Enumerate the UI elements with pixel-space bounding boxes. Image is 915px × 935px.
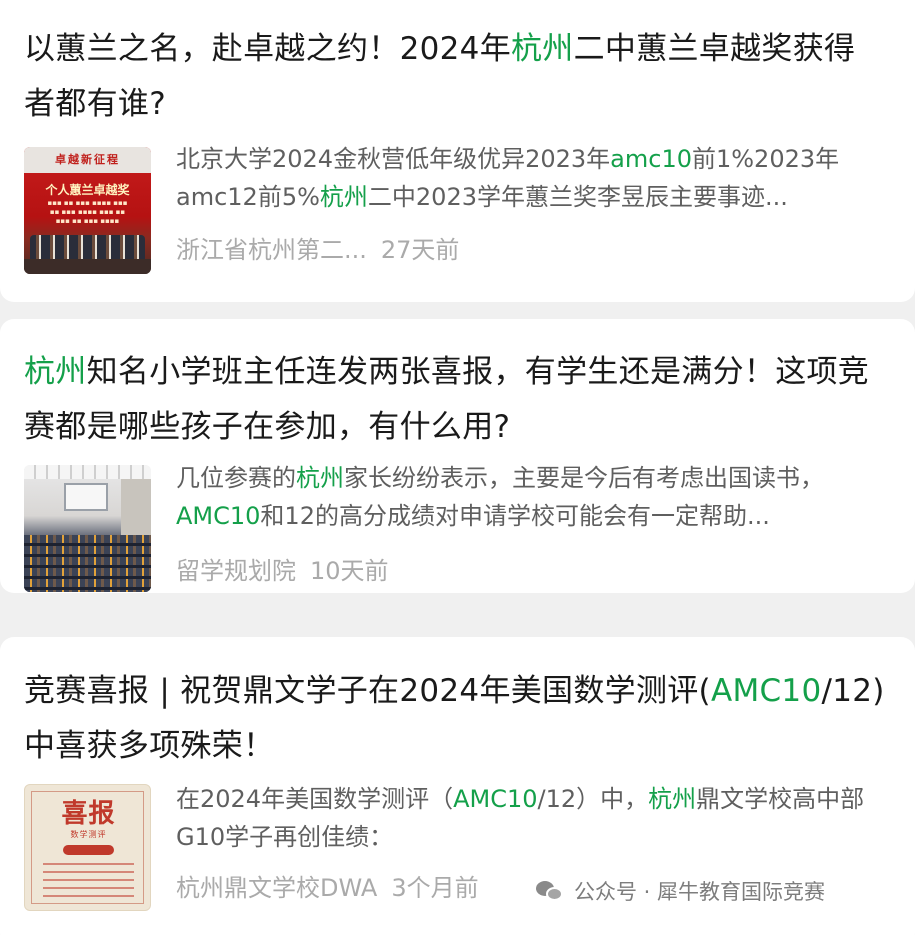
thumbnail-heading-text: 个人蕙兰卓越奖 [45,183,130,197]
result-title[interactable]: 以蕙兰之名，赴卓越之约！2024年杭州二中蕙兰卓越奖获得者都有谁? [24,22,886,132]
result-title[interactable]: 竞赛喜报 | 祝贺鼎文学子在2024年美国数学测评(AMC10/12)中喜获多项… [24,664,886,774]
text-segment: /12）中， [537,785,649,813]
thumbnail-projector-screen [64,483,108,511]
result-time: 10天前 [310,557,389,585]
result-source: 浙江省杭州第二... [176,236,367,264]
text-segment: 知名小学班主任连发两张喜报，有学生还是满分！这项竞赛都是哪些孩子在参加，有什么用… [24,354,870,445]
wechat-icon [536,879,564,903]
result-snippet: 在2024年美国数学测评（AMC10/12）中，杭州鼎文学校高中部G10学子再创… [176,780,888,856]
search-result-card[interactable]: 杭州知名小学班主任连发两张喜报，有学生还是满分！这项竞赛都是哪些孩子在参加，有什… [0,319,915,593]
result-time: 27天前 [380,236,460,264]
result-snippet: 几位参赛的杭州家长纷纷表示，主要是今后有考虑出国读书， AMC10和12的高分成绩… [176,459,888,535]
highlighted-keyword: AMC10 [453,785,538,813]
text-segment: 以蕙兰之名，赴卓越之约！2024年 [24,31,511,67]
search-result-card[interactable]: 以蕙兰之名，赴卓越之约！2024年杭州二中蕙兰卓越奖获得者都有谁? 卓越新征程 … [0,0,915,302]
result-meta: 留学规划院 10天前 [176,555,389,587]
result-thumbnail[interactable]: 喜报 数学测评 [24,784,151,911]
thumbnail-floor [24,259,151,274]
result-source: 杭州鼎文学校DWA [176,874,378,902]
thumbnail-people-group [30,235,145,259]
text-segment: 竞赛喜报 | 祝贺鼎文学子在2024年美国数学测评( [24,673,711,709]
thumbnail-wall [121,479,151,539]
thumbnail-poster-lines [43,863,134,903]
watermark-text: 公众号 · 犀牛教育国际竞赛 [574,880,826,904]
text-segment: 和12的高分成绩对申请学校可能会有一定帮助... [260,502,770,530]
highlighted-keyword: AMC10 [176,502,261,530]
result-meta: 浙江省杭州第二... 27天前 [176,234,459,266]
thumbnail-audience-rows [24,535,151,592]
watermark: 公众号 · 犀牛教育国际竞赛 [536,876,825,906]
result-thumbnail[interactable] [24,465,151,592]
text-segment: 家长纷纷表示，主要是今后有考虑出国读书， [344,464,824,492]
highlighted-keyword: 杭州 [296,464,344,492]
text-segment: 在2024年美国数学测评（ [176,785,454,813]
thumbnail-poster-subheading: 数学测评 [70,830,107,839]
thumbnail-poster-heading: 喜报 [61,799,116,829]
highlighted-keyword: 杭州 [648,785,697,813]
result-source: 留学规划院 [176,557,296,585]
result-snippet: 北京大学2024金秋营低年级优异2023年amc10前1%2023年amc12前… [176,140,888,216]
result-meta: 杭州鼎文学校DWA 3个月前 [176,872,479,904]
text-segment: 二中2023学年蕙兰奖李昱辰主要事迹... [367,183,788,211]
highlighted-keyword: 杭州 [319,183,368,211]
text-segment: 北京大学2024金秋营低年级优异2023年 [176,145,611,173]
thumbnail-poster-pill [63,845,114,855]
result-thumbnail[interactable]: 卓越新征程 个人蕙兰卓越奖 ▪▪▪ ▪▪ ▪▪▪ ▪▪▪▪ ▪▪▪ ▪▪ ▪▪▪ … [24,147,151,274]
text-segment: 几位参赛的 [176,464,296,492]
thumbnail-ceiling [24,465,151,479]
highlighted-keyword: amc10 [610,145,692,173]
result-title[interactable]: 杭州知名小学班主任连发两张喜报，有学生还是满分！这项竞赛都是哪些孩子在参加，有什… [24,345,886,455]
result-time: 3个月前 [391,874,479,902]
thumbnail-names-decoration: ▪▪▪ ▪▪ ▪▪▪ ▪▪▪▪ ▪▪▪ ▪▪ ▪▪▪ ▪▪▪▪ ▪▪▪ ▪▪ ▪▪▪… [47,199,128,225]
thumbnail-banner-text: 卓越新征程 [24,147,151,173]
highlighted-keyword: 杭州 [511,31,574,67]
highlighted-keyword: AMC10 [710,673,822,709]
highlighted-keyword: 杭州 [24,354,87,390]
